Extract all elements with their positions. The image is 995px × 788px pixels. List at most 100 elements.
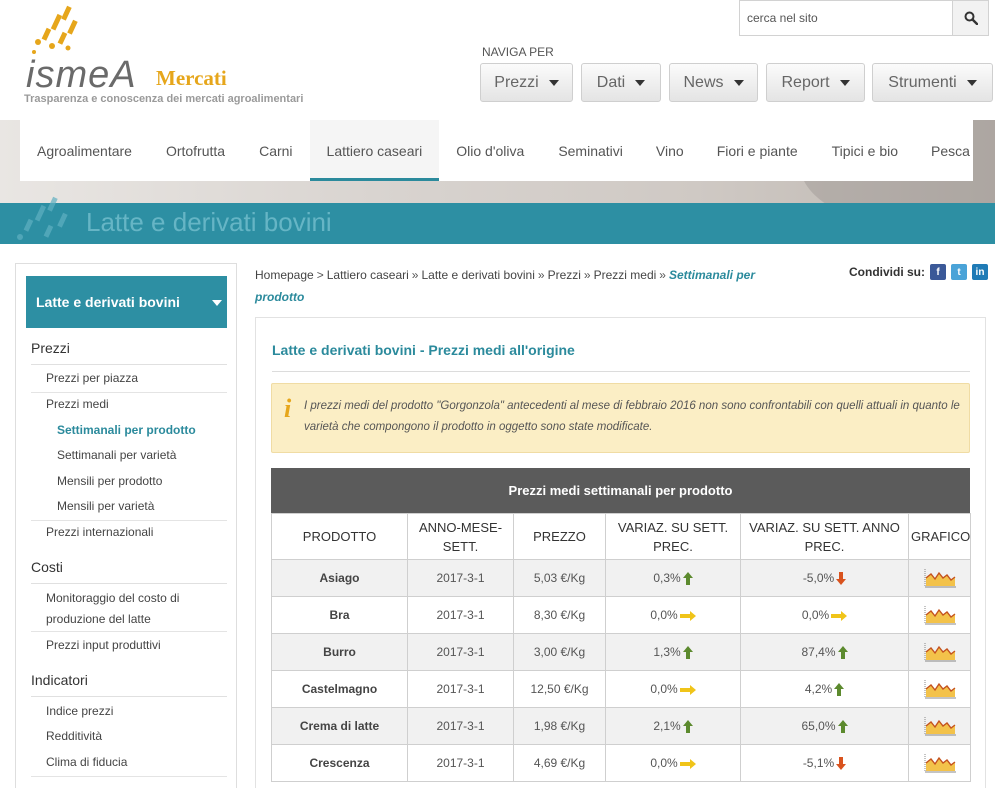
breadcrumb-prezzi[interactable]: Prezzi [548, 268, 581, 282]
cell-prezzo: 5,03 €/Kg [513, 559, 606, 597]
breadcrumb-homepage[interactable]: Homepage [255, 268, 314, 282]
cell-periodo: 2017-3-1 [407, 596, 514, 634]
column-header-anno-mese-sett: ANNO-MESE-SETT. [407, 513, 514, 560]
caret-down-icon [635, 79, 646, 86]
topnav-news-button[interactable]: News [669, 63, 758, 102]
divider [272, 371, 970, 372]
sidebar-item-indice-prezzi[interactable]: Indice prezzi [46, 701, 226, 722]
share-label: Condividi su: [849, 265, 925, 279]
cell-grafico[interactable] [908, 596, 971, 634]
divider [31, 776, 227, 777]
breadcrumb-latte-e-derivati-bovini[interactable]: Latte e derivati bovini [421, 268, 534, 282]
category-carni[interactable]: Carni [242, 120, 309, 181]
variaz-sett-value: 1,3% [653, 644, 681, 659]
sidebar-item-settimanali-per-varieta[interactable]: Settimanali per varietà [57, 445, 237, 466]
cell-grafico[interactable] [908, 670, 971, 708]
sidebar-section-costi[interactable]: Costi [31, 559, 227, 584]
category-lattiero-caseari[interactable]: Lattiero caseari [309, 120, 440, 181]
cell-variaz-sett: 2,1% [605, 707, 741, 745]
arrow-up-icon [682, 720, 693, 734]
arrow-flat-icon [679, 684, 696, 695]
linkedin-icon[interactable]: in [972, 264, 988, 280]
category-agroalimentare[interactable]: Agroalimentare [20, 120, 149, 181]
category-nav: Agroalimentare Ortofrutta Carni Lattiero… [20, 120, 973, 181]
sidebar-item-prezzi-medi[interactable]: Prezzi medi [46, 394, 226, 415]
cell-prodotto: Crescenza [271, 744, 408, 782]
search-button[interactable] [952, 1, 988, 35]
cell-grafico[interactable] [908, 744, 971, 782]
sidebar-item-mensili-per-varieta[interactable]: Mensili per varietà [57, 496, 237, 517]
breadcrumb-separator: » [411, 268, 419, 282]
breadcrumb-separator: » [583, 268, 591, 282]
category-tipici-e-bio[interactable]: Tipici e bio [815, 120, 915, 181]
breadcrumb: Homepage > Lattiero caseari» Latte e deriva… [255, 264, 775, 308]
sidebar-item-redditivita[interactable]: Redditività [46, 726, 226, 747]
variaz-anno-value: 65,0% [801, 718, 836, 733]
notice-text: I prezzi medi del prodotto "Gorgonzola" … [304, 400, 960, 433]
cell-grafico[interactable] [908, 559, 971, 597]
topnav-label: News [683, 73, 724, 91]
logo-mercati: Mercati [156, 66, 227, 90]
cell-prodotto: Asiago [271, 559, 408, 597]
sidebar-item-settimanali-per-prodotto[interactable]: Settimanali per prodotto [57, 420, 237, 441]
sidebar-item-prezzi-input-produttivi[interactable]: Prezzi input produttivi [46, 635, 226, 656]
table-row: Castelmagno 2017-3-1 12,50 €/Kg 0,0% 4,2% [271, 670, 971, 708]
variaz-sett-value: 0,0% [650, 756, 678, 770]
topnav-label: Strumenti [888, 73, 957, 91]
cell-grafico[interactable] [908, 707, 971, 745]
cell-prezzo: 3,00 €/Kg [513, 633, 606, 671]
variaz-anno-value: 0,0% [801, 608, 830, 622]
sidebar-item-mensili-per-prodotto[interactable]: Mensili per prodotto [57, 471, 237, 492]
topnav-prezzi-button[interactable]: Prezzi [480, 63, 573, 102]
cell-prodotto: Bra [271, 596, 408, 634]
category-fiori-e-piante[interactable]: Fiori e piante [700, 120, 815, 181]
sidebar-head[interactable]: Latte e derivati bovini [26, 276, 227, 328]
page-title-band: Latte e derivati bovini [0, 196, 995, 244]
column-header-variaz-sett: VARIAZ. SU SETT. PREC. [605, 513, 741, 560]
cell-variaz-anno: -5,1% [740, 744, 909, 782]
arrow-flat-icon [831, 610, 848, 621]
variaz-sett-value: 0,0% [650, 608, 678, 622]
twitter-icon[interactable]: t [951, 264, 967, 280]
divider [31, 631, 227, 632]
naviga-label: NAVIGA PER [482, 45, 554, 59]
sidebar-section-prezzi[interactable]: Prezzi [31, 340, 227, 365]
facebook-icon[interactable]: f [930, 264, 946, 280]
cell-prezzo: 8,30 €/Kg [513, 596, 606, 634]
arrow-up-icon [682, 646, 693, 660]
breadcrumb-separator: » [537, 268, 545, 282]
category-seminativi[interactable]: Seminativi [541, 120, 640, 181]
category-ortofrutta[interactable]: Ortofrutta [149, 120, 242, 181]
column-header-prodotto: PRODOTTO [271, 513, 408, 560]
sidebar-item-clima-di-fiducia[interactable]: Clima di fiducia [46, 752, 226, 773]
category-pesca[interactable]: Pesca [915, 120, 986, 181]
caret-down-icon [966, 79, 977, 86]
table-row: Burro 2017-3-1 3,00 €/Kg 1,3% 87,4% [271, 633, 971, 671]
variaz-anno-value: -5,1% [802, 755, 835, 770]
ismea-logo[interactable]: ismeA Mercati Trasparenza e conoscenza d… [22, 4, 312, 114]
arrow-up-icon [837, 720, 848, 734]
divider [31, 392, 227, 393]
category-olio-doliva[interactable]: Olio d'oliva [439, 120, 541, 181]
search-input[interactable] [740, 1, 953, 35]
sidebar-head-label: Latte e derivati bovini [36, 294, 180, 310]
sidebar-item-monitoraggio-costo[interactable]: Monitoraggio del costo di produzione del… [46, 588, 216, 630]
breadcrumb-prezzi-medi[interactable]: Prezzi medi [594, 268, 657, 282]
search-icon [964, 11, 978, 25]
topnav-label: Prezzi [494, 73, 539, 91]
category-vino[interactable]: Vino [640, 120, 700, 181]
cell-grafico[interactable] [908, 633, 971, 671]
topnav-label: Report [781, 73, 830, 91]
topnav-strumenti-button[interactable]: Strumenti [872, 63, 993, 102]
variaz-sett-value: 2,1% [653, 718, 681, 733]
sidebar-item-prezzi-per-piazza[interactable]: Prezzi per piazza [46, 368, 226, 389]
table-caption: Prezzi medi settimanali per prodotto [271, 468, 970, 513]
cell-variaz-anno: 87,4% [740, 633, 909, 671]
sidebar-section-indicatori[interactable]: Indicatori [31, 672, 227, 697]
cell-variaz-sett: 0,0% [605, 596, 741, 634]
column-header-variaz-anno: VARIAZ. SU SETT. ANNO PREC. [740, 513, 909, 560]
topnav-report-button[interactable]: Report [766, 63, 865, 102]
sidebar-item-prezzi-internazionali[interactable]: Prezzi internazionali [46, 522, 226, 543]
breadcrumb-lattiero-caseari[interactable]: Lattiero caseari [327, 268, 409, 282]
topnav-dati-button[interactable]: Dati [581, 63, 661, 102]
